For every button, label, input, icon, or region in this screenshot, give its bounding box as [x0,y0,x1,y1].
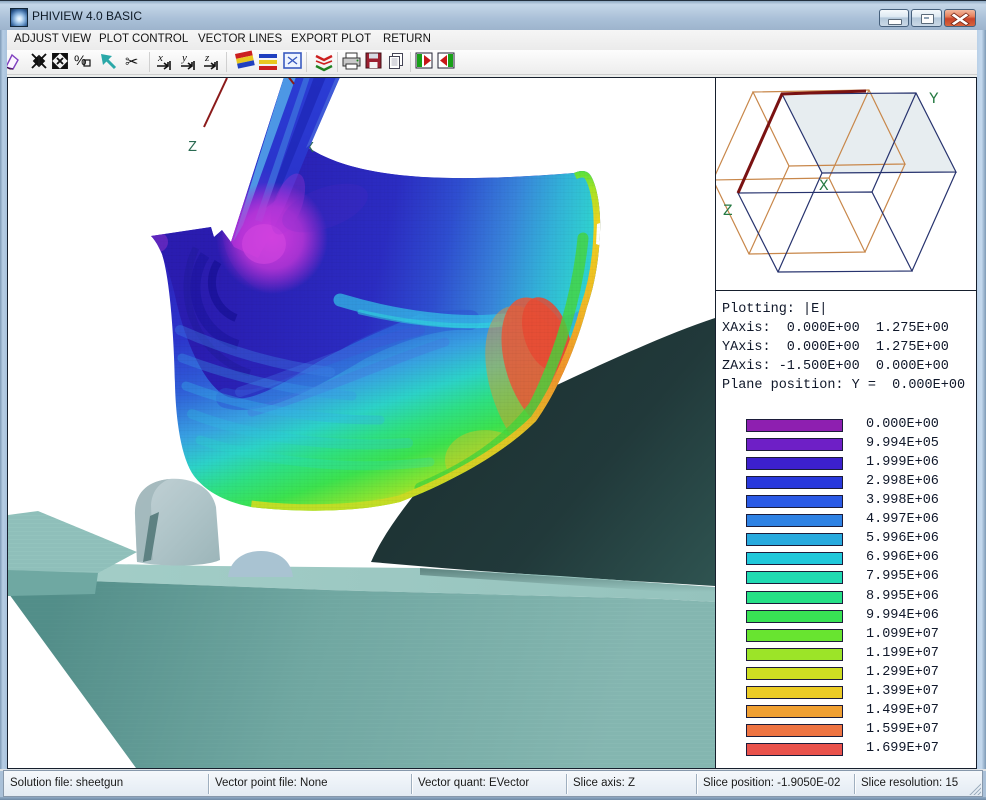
svg-text:X: X [819,177,829,195]
svg-text:✂: ✂ [125,54,138,71]
svg-text:Y: Y [929,90,939,108]
svg-text:Z: Z [188,139,197,156]
svg-text:Z: Z [723,202,733,220]
svg-text:x: x [157,52,163,64]
svg-text:y: y [181,52,187,64]
svg-text:z: z [204,52,210,64]
